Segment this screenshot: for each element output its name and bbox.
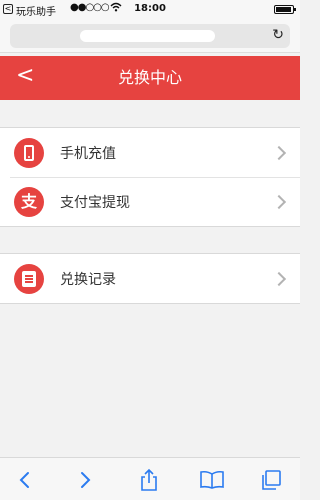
chevron-right-icon <box>271 145 287 160</box>
share-icon <box>141 468 157 491</box>
browser-forward-button[interactable] <box>60 458 110 500</box>
url-text-placeholder <box>80 30 215 42</box>
back-arrow-icon <box>19 471 29 488</box>
alipay-icon: 支 <box>14 186 44 217</box>
browser-back-button[interactable] <box>0 458 50 500</box>
page-title: 兑换中心 <box>117 68 182 87</box>
url-field[interactable]: ↻ <box>10 24 290 48</box>
status-bar: < 玩乐助手 ●●○○○ 18:00 <box>0 0 300 19</box>
menu-section-records: 兑换记录 <box>0 253 300 304</box>
reload-icon[interactable]: ↻ <box>272 27 284 43</box>
menu-item-label: 手机充值 <box>60 145 116 162</box>
menu-item-label: 支付宝提现 <box>60 194 130 211</box>
bookmarks-icon <box>200 470 224 489</box>
menu-section-withdraw: 手机充值 支 支付宝提现 <box>0 127 300 227</box>
tabs-icon <box>262 469 281 490</box>
chevron-right-icon <box>271 194 287 209</box>
bookmarks-button[interactable] <box>187 458 237 500</box>
browser-address-bar: ↻ <box>0 19 300 53</box>
chevron-right-icon <box>271 271 287 286</box>
record-icon <box>14 263 44 294</box>
tabs-button[interactable] <box>246 458 296 500</box>
share-button[interactable] <box>124 458 174 500</box>
battery-icon <box>274 5 296 14</box>
phone-icon <box>14 137 44 168</box>
browser-toolbar <box>0 457 300 500</box>
menu-item-label: 兑换记录 <box>60 271 116 288</box>
page-header: < 兑换中心 <box>0 56 300 100</box>
menu-item-mobile-recharge[interactable]: 手机充值 <box>0 128 300 177</box>
forward-arrow-icon <box>81 471 91 488</box>
menu-item-alipay-withdraw[interactable]: 支 支付宝提现 <box>0 177 300 226</box>
menu-item-exchange-records[interactable]: 兑换记录 <box>0 254 300 303</box>
status-time: 18:00 <box>134 3 166 14</box>
